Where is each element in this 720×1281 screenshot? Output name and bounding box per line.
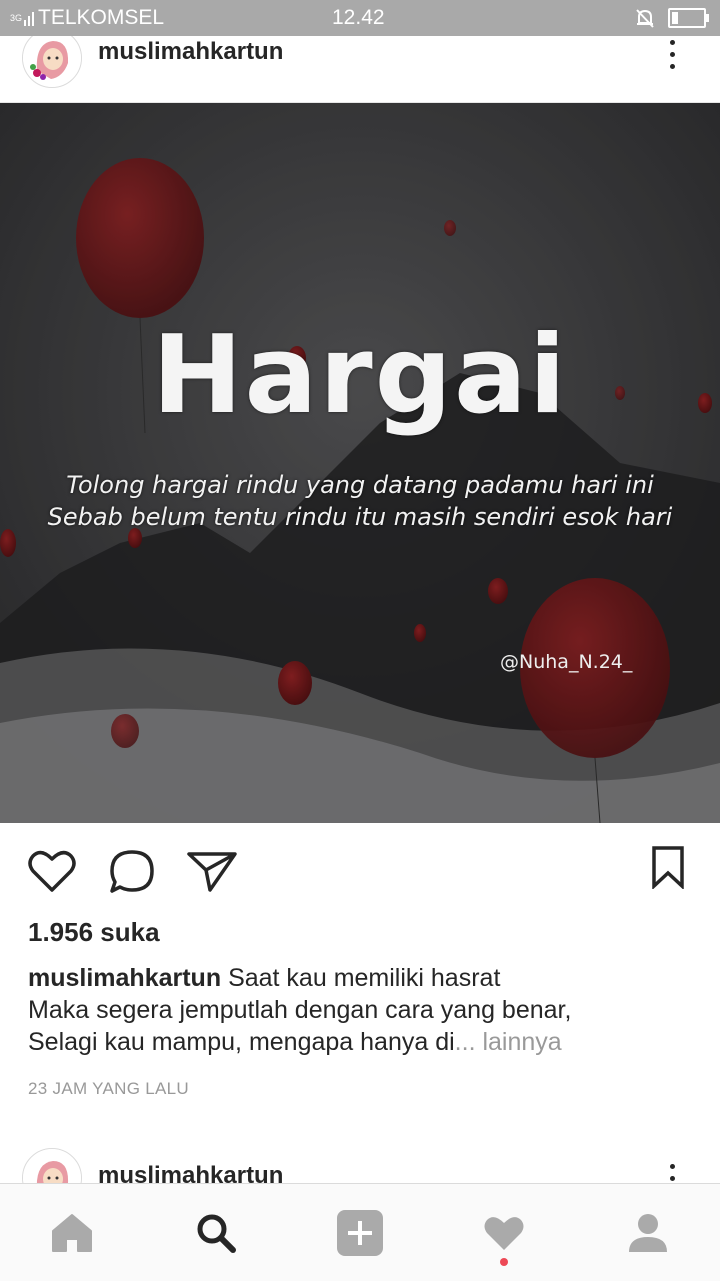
post-username[interactable]: muslimahkartun xyxy=(98,38,283,66)
tab-activity[interactable] xyxy=(432,1184,576,1281)
caption-line2: Maka segera jemputlah dengan cara yang b… xyxy=(28,996,572,1024)
bottom-navigation xyxy=(0,1183,720,1281)
likes-count[interactable]: 1.956 suka xyxy=(28,917,160,948)
post-caption: muslimahkartun Saat kau memiliki hasrat … xyxy=(28,962,688,1058)
bookmark-icon[interactable] xyxy=(650,845,686,889)
home-icon xyxy=(52,1213,92,1252)
profile-icon xyxy=(629,1213,667,1252)
carrier-name: TELKOMSEL xyxy=(38,6,165,29)
image-quote-line1: Tolong hargai rindu yang datang padamu h… xyxy=(66,471,654,499)
post-image[interactable]: Hargai Tolong hargai rindu yang datang p… xyxy=(0,103,720,823)
add-post-icon xyxy=(337,1209,383,1256)
tab-home[interactable] xyxy=(0,1184,144,1281)
network-type: 3G xyxy=(10,12,23,23)
carrier-info: 3G TELKOMSEL xyxy=(10,6,164,30)
activity-heart-icon xyxy=(484,1216,524,1250)
hijab-cartoon-avatar-icon xyxy=(23,29,81,87)
caption-line3: Selagi kau mampu, mengapa hanya di xyxy=(28,1028,455,1056)
next-post-avatar[interactable] xyxy=(22,1148,82,1188)
comment-bubble-icon[interactable] xyxy=(108,849,156,895)
tab-profile[interactable] xyxy=(576,1184,720,1281)
balloons-mountain-background xyxy=(0,103,720,823)
caption-username[interactable]: muslimahkartun xyxy=(28,964,221,992)
caption-line1: Saat kau memiliki hasrat xyxy=(228,964,501,992)
notification-dot xyxy=(500,1258,508,1266)
heart-outline-icon[interactable] xyxy=(28,849,76,893)
signal-icon xyxy=(24,12,34,26)
tab-search[interactable] xyxy=(144,1184,288,1281)
post-timestamp: 23 JAM YANG LALU xyxy=(28,1079,190,1098)
mute-bell-icon xyxy=(636,9,654,28)
search-icon xyxy=(197,1214,236,1253)
status-clock: 12.42 xyxy=(332,6,385,29)
tab-add-post[interactable] xyxy=(288,1184,432,1281)
battery-icon xyxy=(668,8,709,28)
image-title: Hargai xyxy=(152,313,568,438)
avatar[interactable] xyxy=(22,28,82,88)
caption-more-link[interactable]: ... lainnya xyxy=(455,1028,562,1056)
status-bar: 3G TELKOMSEL 12.42 xyxy=(0,0,720,36)
paper-plane-icon[interactable] xyxy=(186,849,238,893)
image-quote-line2: Sebab belum tentu rindu itu masih sendir… xyxy=(47,503,673,531)
vertical-dots-icon[interactable] xyxy=(662,40,682,69)
post-header: muslimahkartun xyxy=(0,28,720,103)
image-watermark-handle: @Nuha_N.24_ xyxy=(500,651,633,673)
next-post-header: muslimahkartun xyxy=(0,1140,720,1188)
post-actions xyxy=(0,823,720,913)
